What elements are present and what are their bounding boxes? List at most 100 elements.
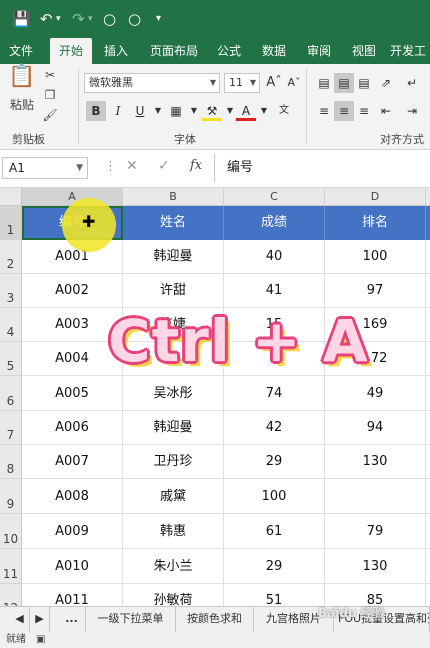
increase-indent-icon[interactable]: ⇥	[402, 101, 422, 121]
italic-button[interactable]: I	[108, 101, 128, 121]
table-cell[interactable]	[426, 479, 430, 514]
copy-icon[interactable]: ❐	[42, 86, 58, 104]
font-size-select[interactable]: 11 ▼	[224, 73, 260, 93]
table-cell[interactable]	[426, 514, 430, 549]
table-cell[interactable]: 79	[325, 514, 426, 549]
scroll-right-icon[interactable]: ▶	[30, 607, 50, 632]
table-cell[interactable]: 韩迎曼	[123, 240, 224, 274]
table-cell[interactable]: 许甜	[123, 274, 224, 308]
table-cell[interactable]	[426, 376, 430, 411]
sheet-tab[interactable]: 按颜色求和	[176, 607, 254, 632]
phonetic-icon[interactable]: 文	[274, 101, 294, 121]
font-color-icon[interactable]: A	[236, 101, 256, 121]
row-header[interactable]: 6	[0, 376, 22, 411]
insert-function-button[interactable]: fx	[190, 158, 202, 173]
border-icon[interactable]: ▦	[166, 101, 186, 121]
circle-button-icon[interactable]: ○	[103, 10, 116, 28]
align-center-icon[interactable]: ≡	[334, 101, 354, 121]
undo-icon[interactable]: ↶	[40, 10, 53, 28]
circle-button-2-icon[interactable]: ○	[128, 10, 141, 28]
row-header[interactable]: 11	[0, 549, 22, 584]
format-painter-icon[interactable]: 🖌	[42, 106, 58, 124]
header-cell[interactable]: 排名	[325, 206, 426, 240]
name-box[interactable]: A1 ▼	[2, 157, 88, 179]
row-header[interactable]: 2	[0, 240, 22, 274]
align-bottom-icon[interactable]: ▤	[354, 73, 374, 93]
table-cell[interactable]: 61	[224, 514, 325, 549]
table-cell[interactable]: 戚黛	[123, 479, 224, 514]
cut-icon[interactable]: ✂	[42, 66, 58, 84]
table-cell[interactable]	[325, 479, 426, 514]
table-cell[interactable]: 吴冰彤	[123, 376, 224, 411]
align-right-icon[interactable]: ≡	[354, 101, 374, 121]
decrease-font-icon[interactable]: Aˇ	[284, 73, 304, 93]
align-left-icon[interactable]: ≡	[314, 101, 334, 121]
table-cell[interactable]: A011	[22, 584, 123, 606]
table-cell[interactable]	[426, 240, 430, 274]
row-header[interactable]: 8	[0, 445, 22, 479]
tab-review[interactable]: 审阅	[300, 38, 338, 64]
column-header-b[interactable]: B	[123, 188, 224, 206]
table-cell[interactable]: A007	[22, 445, 123, 479]
worksheet-grid[interactable]: A B C D 1编号姓名成绩排名2A001韩迎曼401003A002许甜419…	[0, 188, 430, 606]
table-cell[interactable]: 29	[224, 549, 325, 584]
orientation-icon[interactable]: ⇗	[376, 73, 396, 93]
column-header-d[interactable]: D	[325, 188, 426, 206]
scroll-left-icon[interactable]: ◀	[10, 607, 30, 632]
table-cell[interactable]: 97	[325, 274, 426, 308]
column-header-c[interactable]: C	[224, 188, 325, 206]
align-middle-icon[interactable]: ▤	[334, 73, 354, 93]
table-cell[interactable]: 100	[224, 479, 325, 514]
table-cell[interactable]: 韩惠	[123, 514, 224, 549]
table-cell[interactable]: 130	[325, 549, 426, 584]
enter-icon[interactable]: ✓	[158, 158, 170, 174]
table-cell[interactable]: 85	[325, 584, 426, 606]
table-cell[interactable]: 朱小兰	[123, 549, 224, 584]
table-cell[interactable]: 100	[325, 240, 426, 274]
table-cell[interactable]: 韩迎曼	[123, 411, 224, 445]
table-cell[interactable]: 49	[325, 376, 426, 411]
tab-developer[interactable]: 开发工	[390, 38, 430, 64]
table-cell[interactable]: A006	[22, 411, 123, 445]
table-cell[interactable]: 40	[224, 240, 325, 274]
row-header[interactable]: 5	[0, 342, 22, 376]
undo-dropdown-icon[interactable]: ▾	[56, 10, 61, 28]
decrease-indent-icon[interactable]: ⇤	[376, 101, 396, 121]
sheet-tab-more[interactable]: ...	[58, 607, 86, 632]
font-name-select[interactable]: 微软雅黑 ▼	[84, 73, 220, 93]
table-cell[interactable]	[426, 308, 430, 342]
border-dropdown-icon[interactable]: ▼	[184, 101, 204, 121]
table-cell[interactable]: A009	[22, 514, 123, 549]
table-cell[interactable]	[426, 411, 430, 445]
column-header-e[interactable]	[426, 188, 430, 206]
table-cell[interactable]	[426, 274, 430, 308]
table-cell[interactable]: 130	[325, 445, 426, 479]
row-header[interactable]: 9	[0, 479, 22, 514]
tab-file[interactable]: 文件	[2, 38, 40, 64]
underline-button[interactable]: U	[130, 101, 150, 121]
table-cell[interactable]: 94	[325, 411, 426, 445]
redo-dropdown-icon[interactable]: ▾	[88, 10, 93, 28]
row-header[interactable]: 7	[0, 411, 22, 445]
paste-label[interactable]: 粘贴	[6, 96, 38, 114]
formula-input[interactable]: 编号	[214, 154, 430, 182]
table-cell[interactable]: A002	[22, 274, 123, 308]
font-color-dropdown-icon[interactable]: ▼	[254, 101, 274, 121]
row-header[interactable]: 1	[0, 206, 22, 240]
paste-icon[interactable]: 📋	[6, 66, 38, 92]
row-header[interactable]: 12	[0, 584, 22, 606]
wrap-text-icon[interactable]: ↵	[402, 73, 422, 93]
redo-icon[interactable]: ↷	[72, 10, 85, 28]
tab-data[interactable]: 数据	[255, 38, 293, 64]
table-cell[interactable]: 42	[224, 411, 325, 445]
macro-record-icon[interactable]: ▣	[36, 632, 45, 648]
bold-button[interactable]: B	[86, 101, 106, 121]
table-cell[interactable]: 51	[224, 584, 325, 606]
table-cell[interactable]: 卫丹珍	[123, 445, 224, 479]
table-cell[interactable]: 孙敏荷	[123, 584, 224, 606]
table-cell[interactable]: A010	[22, 549, 123, 584]
tab-home[interactable]: 开始	[50, 38, 92, 64]
table-cell[interactable]	[426, 445, 430, 479]
save-icon[interactable]: 💾	[12, 10, 31, 28]
table-cell[interactable]: 74	[224, 376, 325, 411]
